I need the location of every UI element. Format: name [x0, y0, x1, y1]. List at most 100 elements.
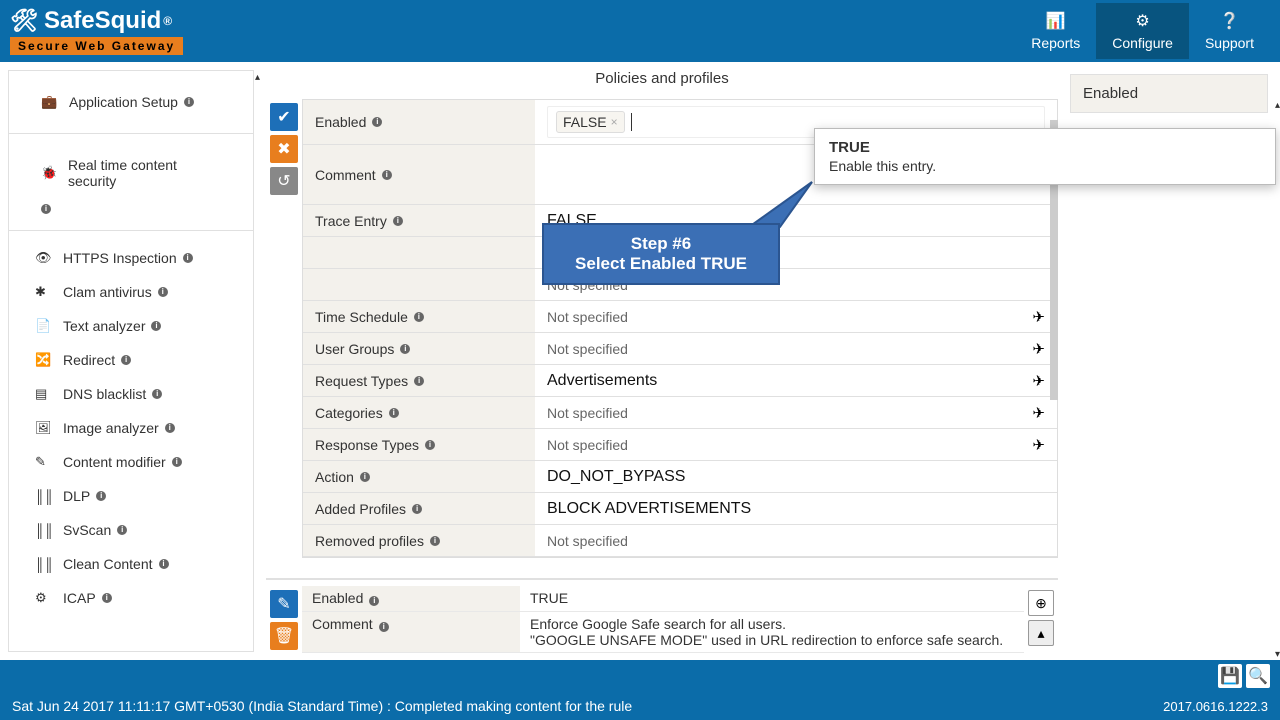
edit-icon: ✎: [35, 454, 55, 470]
field-reqtypes[interactable]: Advertisements✈: [535, 365, 1057, 396]
callout-line1: Step #6: [631, 234, 691, 254]
sidebar-label: HTTPS Inspection: [63, 250, 177, 266]
dropdown-true-title: TRUE: [829, 139, 1058, 156]
help-title: Enabled: [1070, 74, 1268, 113]
info-icon: i: [152, 389, 162, 399]
sidebar-app-setup-label: Application Setup: [69, 94, 178, 110]
send-icon[interactable]: ✈: [1032, 436, 1045, 454]
shuffle-icon: 🔀: [35, 352, 55, 368]
nav-configure[interactable]: ⚙ Configure: [1096, 3, 1189, 59]
sidebar-item-clean[interactable]: ║║Clean Contenti: [9, 547, 253, 581]
footer: Sat Jun 24 2017 11:11:17 GMT+0530 (India…: [0, 660, 1280, 720]
sidebar: 💼 Application Setup i 🐞 Real time conten…: [8, 70, 254, 652]
label-comment: Commenti: [303, 145, 535, 204]
sidebar-item-dlp[interactable]: ║║DLPi: [9, 479, 253, 513]
sidebar-item-content-mod[interactable]: ✎ Content modifier i: [9, 445, 253, 479]
info-icon: i: [165, 423, 175, 433]
info-icon: i: [414, 312, 424, 322]
send-icon[interactable]: ✈: [1032, 308, 1045, 326]
sidebar-label: Image analyzer: [63, 420, 159, 436]
field-action[interactable]: DO_NOT_BYPASS: [535, 461, 1057, 492]
info-icon: i: [360, 472, 370, 482]
info-icon: i: [41, 204, 51, 214]
sidebar-label: DLP: [63, 488, 90, 504]
bug-icon: 🐞: [41, 165, 60, 181]
field-categories[interactable]: Not specified✈: [535, 397, 1057, 428]
logo: 🛠 SafeSquid ® Secure Web Gateway: [10, 7, 183, 55]
briefcase-icon: 💼: [41, 94, 61, 110]
field-resptypes[interactable]: Not specified✈: [535, 429, 1057, 460]
sidebar-item-dns[interactable]: ▤DNS blacklisti: [9, 377, 253, 411]
scroll-up-icon[interactable]: ▴: [1275, 100, 1280, 111]
sidebar-label: DNS blacklist: [63, 386, 146, 402]
gear-icon: ⚙: [35, 590, 55, 606]
label-hidden2: [303, 269, 535, 300]
tag-false[interactable]: FALSE×: [556, 111, 625, 133]
label-removed: Removed profilesi: [303, 525, 535, 556]
label-enabled2: Enabledi: [302, 586, 520, 611]
sidebar-item-redirect[interactable]: 🔀Redirecti: [9, 343, 253, 377]
apply-button[interactable]: ✔: [270, 103, 298, 131]
sidebar-item-image[interactable]: 🖼Image analyzeri: [9, 411, 253, 445]
info-icon: i: [172, 457, 182, 467]
info-icon: i: [400, 344, 410, 354]
label-enabled: Enabledi: [303, 100, 535, 144]
info-icon: i: [158, 287, 168, 297]
field-groups[interactable]: Not specified✈: [535, 333, 1057, 364]
sidebar-realtime[interactable]: 🐞 Real time content security: [25, 148, 237, 198]
value-enabled2: TRUE: [520, 586, 1024, 611]
nav-reports-label: Reports: [1031, 35, 1080, 51]
info-icon: i: [382, 170, 392, 180]
sidebar-item-https[interactable]: 👁HTTPS Inspectioni: [9, 241, 253, 275]
info-icon: i: [425, 440, 435, 450]
up-button[interactable]: ▴: [1028, 620, 1054, 646]
label-resptypes: Response Typesi: [303, 429, 535, 460]
registered-icon: ®: [163, 14, 172, 28]
label-reqtypes: Request Typesi: [303, 365, 535, 396]
delete-button[interactable]: 🗑: [270, 622, 298, 650]
sidebar-item-icap[interactable]: ⚙ICAPi: [9, 581, 253, 615]
nav-configure-label: Configure: [1112, 35, 1173, 51]
info-icon: i: [117, 525, 127, 535]
sidebar-label: Content modifier: [63, 454, 166, 470]
chart-icon: 📊: [1046, 11, 1066, 31]
sidebar-item-svscan[interactable]: ║║SvScani: [9, 513, 253, 547]
sidebar-label: Clam antivirus: [63, 284, 152, 300]
nav-support-label: Support: [1205, 35, 1254, 51]
dropdown-option-true[interactable]: TRUE Enable this entry.: [815, 129, 1058, 184]
asterisk-icon: ✱: [35, 284, 55, 300]
send-icon[interactable]: ✈: [1032, 372, 1045, 390]
undo-button[interactable]: ↺: [270, 167, 298, 195]
label-categories: Categoriesi: [303, 397, 535, 428]
info-icon: i: [389, 408, 399, 418]
info-icon: i: [183, 253, 193, 263]
page-title: Policies and profiles: [266, 62, 1058, 95]
field-removed[interactable]: Not specified: [535, 525, 1057, 556]
info-icon: i: [379, 622, 389, 632]
info-icon: i: [393, 216, 403, 226]
info-icon: i: [184, 97, 194, 107]
step-callout: Step #6 Select Enabled TRUE: [542, 223, 780, 285]
brand-name: SafeSquid: [44, 7, 161, 35]
field-time[interactable]: Not specified✈: [535, 301, 1057, 332]
file-icon: 📄: [35, 318, 55, 334]
nav-support[interactable]: ❔ Support: [1189, 3, 1270, 59]
sidebar-app-setup[interactable]: 💼 Application Setup i: [25, 85, 237, 119]
edit-button[interactable]: ✎: [270, 590, 298, 618]
scroll-up-icon[interactable]: ▴: [255, 72, 260, 83]
help-icon: ❔: [1220, 11, 1240, 31]
nav-reports[interactable]: 📊 Reports: [1015, 3, 1096, 59]
close-icon[interactable]: ×: [611, 115, 618, 129]
target-button[interactable]: ⊕: [1028, 590, 1054, 616]
cancel-button[interactable]: ✖: [270, 135, 298, 163]
scroll-down-icon[interactable]: ▾: [1275, 649, 1280, 660]
value-comment2: Enforce Google Safe search for all users…: [520, 612, 1024, 652]
field-added[interactable]: BLOCK ADVERTISEMENTS: [535, 493, 1057, 524]
save-button[interactable]: 💾: [1218, 664, 1242, 688]
sidebar-item-text[interactable]: 📄Text analyzeri: [9, 309, 253, 343]
search-button[interactable]: 🔍: [1246, 664, 1270, 688]
callout-line2: Select Enabled TRUE: [575, 254, 747, 274]
sidebar-item-clam[interactable]: ✱ Clam antivirus i: [9, 275, 253, 309]
send-icon[interactable]: ✈: [1032, 340, 1045, 358]
send-icon[interactable]: ✈: [1032, 404, 1045, 422]
